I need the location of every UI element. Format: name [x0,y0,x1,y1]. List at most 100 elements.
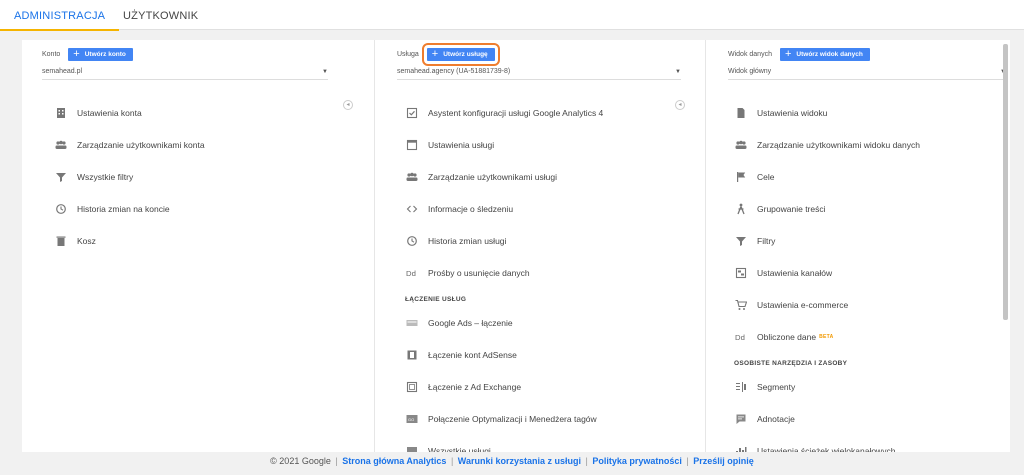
menu-item[interactable]: Zarządzanie użytkownikami usługi [405,161,603,193]
menu-item[interactable]: Ustawienia kanałów [734,257,920,289]
menu-item[interactable]: Filtry [734,225,920,257]
svg-text:Dd: Dd [406,269,416,278]
menu-item-label: Adnotacje [757,414,795,424]
create-view-label: Utwórz widok danych [796,50,863,58]
code-icon [405,202,419,216]
filter-icon [54,170,68,184]
dd-icon: Dd [734,330,748,344]
footer-link-privacy[interactable]: Polityka prywatności [592,456,682,466]
annotation-icon [734,412,748,426]
view-selector[interactable]: Widok główny ▼ [728,68,1006,80]
ad-exchange-icon [405,380,419,394]
menu-item[interactable]: Kosz [54,225,205,257]
admin-tabs: ADMINISTRACJA UŻYTKOWNIK [0,0,1024,31]
plus-icon: + [784,47,792,60]
property-label: Usługa [397,50,419,58]
create-account-label: Utwórz konto [84,50,126,58]
create-account-button[interactable]: + Utwórz konto [68,47,133,61]
trash-icon [54,234,68,248]
menu-item[interactable]: Grupowanie treści [734,193,920,225]
section-heading: OSOBISTE NARZĘDZIA I ZASOBY [734,360,848,367]
svg-text:GO: GO [408,417,414,422]
collapse-property-icon[interactable]: ◂ [675,100,685,110]
property-selector[interactable]: semahead.agency (UA-51881739-8) ▼ [397,68,681,80]
menu-item[interactable]: Wszystkie usługi [405,435,603,452]
menu-item[interactable]: Cele [734,161,920,193]
menu-item[interactable]: Zarządzanie użytkownikami konta [54,129,205,161]
cart-icon [734,298,748,312]
caret-down-icon: ▼ [322,69,328,75]
footer-link-feedback[interactable]: Prześlij opinię [693,456,754,466]
menu-item[interactable]: Historia zmian usługi [405,225,603,257]
footer-separator: | [686,456,689,466]
menu-item-label: Historia zmian na koncie [77,204,170,214]
menu-item[interactable]: Informacje o śledzeniu [405,193,603,225]
menu-item-label: Ustawienia usługi [428,140,495,150]
create-property-button[interactable]: + Utwórz usługę [421,42,500,66]
menu-item-label: Ustawienia widoku [757,108,828,118]
menu-item-label: Filtry [757,236,776,246]
history-icon [405,234,419,248]
menu-item[interactable]: GO Połączenie Optymalizacji i Menedżera t… [405,403,603,435]
caret-down-icon: ▼ [675,69,681,75]
menu-item-label: Obliczone dane [757,332,817,342]
history-icon [54,202,68,216]
menu-item[interactable]: Ustawienia e-commerce [734,289,920,321]
menu-item-label: Zarządzanie użytkownikami konta [77,140,205,150]
google-ads-icon [405,316,419,330]
menu-item[interactable]: Dd Obliczone dane BETA [734,321,920,353]
create-view-button[interactable]: + Utwórz widok danych [779,47,870,61]
menu-item[interactable]: Historia zmian na koncie [54,193,205,225]
menu-item-label: Prośby o usunięcie danych [428,268,530,278]
menu-item-label: Grupowanie treści [757,204,826,214]
menu-item[interactable]: Ustawienia usługi [405,129,603,161]
account-selector-value: semahead.pl [42,68,83,75]
panel-scrollbar[interactable] [1003,44,1008,320]
menu-item[interactable]: Asystent konfiguracji usługi Google Anal… [405,97,603,129]
collapse-account-icon[interactable]: ◂ [343,100,353,110]
account-column: Konto + Utwórz konto semahead.pl ▼ Ustaw… [42,40,348,452]
account-label: Konto [42,50,61,58]
menu-item-label: Ustawienia konta [77,108,142,118]
section-heading: ŁĄCZENIE USŁUG [405,296,467,303]
menu-item[interactable]: Adnotacje [734,403,920,435]
menu-item-label: Wszystkie filtry [77,172,134,182]
window-icon [405,138,419,152]
view-column: Widok danych + Utwórz widok danych Widok… [705,40,1006,452]
menu-item-label: Historia zmian usługi [428,236,507,246]
menu-item[interactable]: Ustawienia konta [54,97,205,129]
menu-item[interactable]: Segmenty [734,371,920,403]
filter-icon [734,234,748,248]
menu-item-label: Zarządzanie użytkownikami widoku danych [757,140,920,150]
menu-item[interactable]: Zarządzanie użytkownikami widoku danych [734,129,920,161]
svg-text:Dd: Dd [735,333,745,342]
menu-item[interactable]: Google Ads – łączenie [405,307,603,339]
view-selector-value: Widok główny [728,68,772,75]
admin-panel: Konto + Utwórz konto semahead.pl ▼ Ustaw… [22,40,1010,452]
menu-item[interactable]: Łączenie z Ad Exchange [405,371,603,403]
account-selector[interactable]: semahead.pl ▼ [42,68,328,80]
menu-item-label: Łączenie kont AdSense [428,350,517,360]
tab-user[interactable]: UŻYTKOWNIK [123,0,198,30]
menu-item[interactable]: Ustawienia widoku [734,97,920,129]
menu-item-label: Połączenie Optymalizacji i Menedżera tag… [428,414,597,424]
optimize-icon: GO [405,412,419,426]
view-menu: Ustawienia widoku Zarządzanie użytkownika… [734,97,920,452]
menu-item[interactable]: Ustawienia ścieżek wielokanałowych [734,435,920,452]
menu-item[interactable]: Dd Prośby o usunięcie danych [405,257,603,289]
footer-copyright: © 2021 Google [270,456,331,466]
checklist-icon [405,106,419,120]
segments-icon [734,380,748,394]
footer-separator: | [335,456,338,466]
plus-icon: + [73,47,80,60]
footer-link-terms[interactable]: Warunki korzystania z usługi [458,456,581,466]
menu-item[interactable]: Łączenie kont AdSense [405,339,603,371]
dd-icon: Dd [405,266,419,280]
menu-item[interactable]: Wszystkie filtry [54,161,205,193]
flag-icon [734,170,748,184]
menu-item-label: Kosz [77,236,96,246]
menu-item-label: Segmenty [757,382,796,392]
tab-administration[interactable]: ADMINISTRACJA [0,0,120,31]
footer-link-analytics-home[interactable]: Strona główna Analytics [342,456,446,466]
channel-icon [734,266,748,280]
